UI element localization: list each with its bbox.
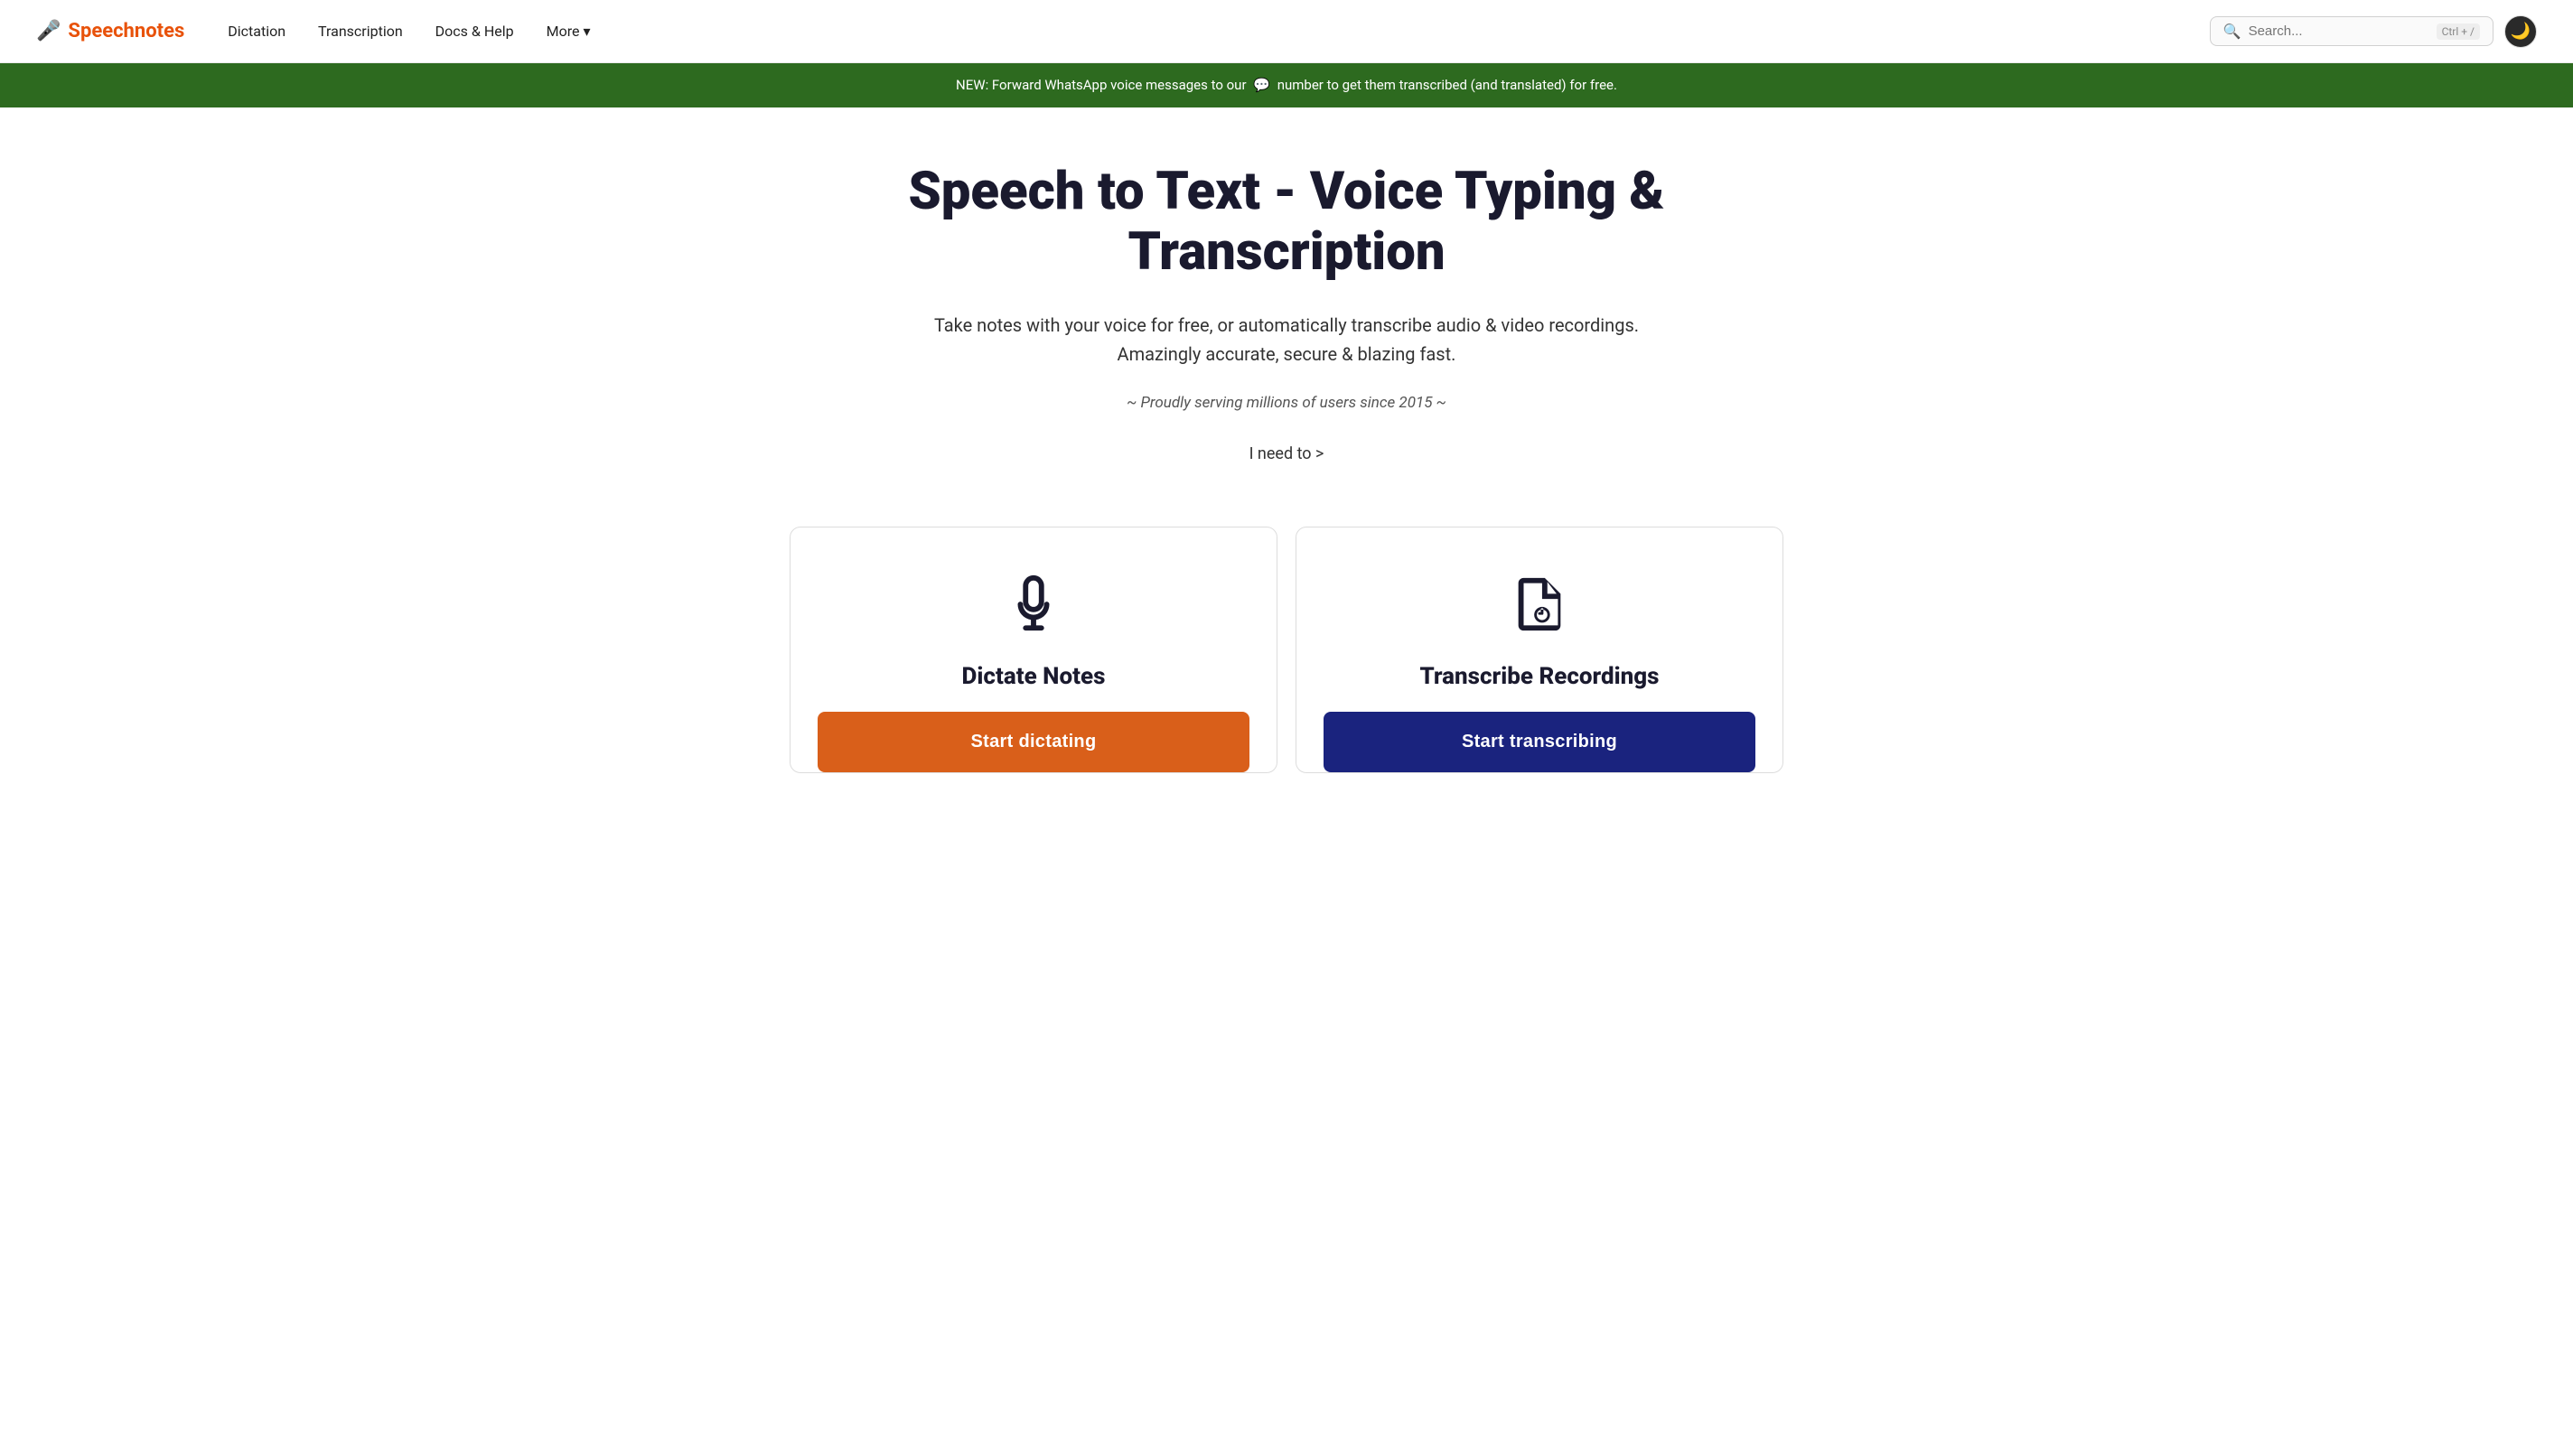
nav-transcription[interactable]: Transcription (304, 15, 417, 47)
nav-more[interactable]: More ▾ (532, 15, 605, 47)
search-input[interactable] (2249, 23, 2429, 39)
audio-file-icon (1508, 564, 1571, 645)
announcement-banner: NEW: Forward WhatsApp voice messages to … (0, 63, 2573, 107)
nav-docs-help[interactable]: Docs & Help (421, 15, 529, 47)
hero-tagline: ~ Proudly serving millions of users sinc… (853, 394, 1720, 412)
logo-link[interactable]: 🎤 Speechnotes (36, 20, 184, 42)
hero-subtitle: Take notes with your voice for free, or … (853, 311, 1720, 369)
navbar: 🎤 Speechnotes Dictation Transcription Do… (0, 0, 2573, 63)
dark-mode-toggle[interactable]: 🌙 (2504, 15, 2537, 48)
search-shortcut: Ctrl + / (2437, 23, 2480, 40)
microphone-icon (1002, 564, 1065, 645)
nav-more-label: More (547, 23, 580, 40)
banner-text-prefix: NEW: Forward WhatsApp voice messages to … (956, 77, 1247, 93)
cards-section: Dictate Notes Start dictating Transcribe… (699, 499, 1874, 773)
start-dictating-button[interactable]: Start dictating (818, 712, 1249, 772)
hero-subtitle-line1: Take notes with your voice for free, or … (934, 314, 1639, 336)
hero-section: Speech to Text - Voice Typing & Transcri… (835, 107, 1738, 499)
hero-cta[interactable]: I need to > (853, 444, 1720, 463)
dictate-card: Dictate Notes Start dictating (790, 527, 1277, 773)
search-container[interactable]: 🔍 Ctrl + / (2210, 16, 2493, 46)
chevron-down-icon: ▾ (583, 23, 590, 40)
transcribe-card-title: Transcribe Recordings (1419, 663, 1659, 690)
start-transcribing-button[interactable]: Start transcribing (1324, 712, 1755, 772)
nav-dictation[interactable]: Dictation (213, 15, 300, 47)
dictate-card-title: Dictate Notes (962, 663, 1106, 690)
logo-text: Speechnotes (68, 20, 184, 42)
moon-icon: 🌙 (2511, 22, 2531, 41)
nav-right: 🔍 Ctrl + / 🌙 (2210, 15, 2537, 48)
whatsapp-icon: 💬 (1253, 76, 1270, 95)
hero-title: Speech to Text - Voice Typing & Transcri… (853, 162, 1720, 282)
nav-links: Dictation Transcription Docs & Help More… (213, 15, 2209, 47)
search-icon: 🔍 (2223, 23, 2241, 40)
microphone-logo-icon: 🎤 (36, 20, 61, 42)
transcribe-card: Transcribe Recordings Start transcribing (1296, 527, 1783, 773)
hero-subtitle-line2: Amazingly accurate, secure & blazing fas… (1118, 343, 1456, 365)
banner-text-suffix: number to get them transcribed (and tran… (1277, 77, 1617, 93)
